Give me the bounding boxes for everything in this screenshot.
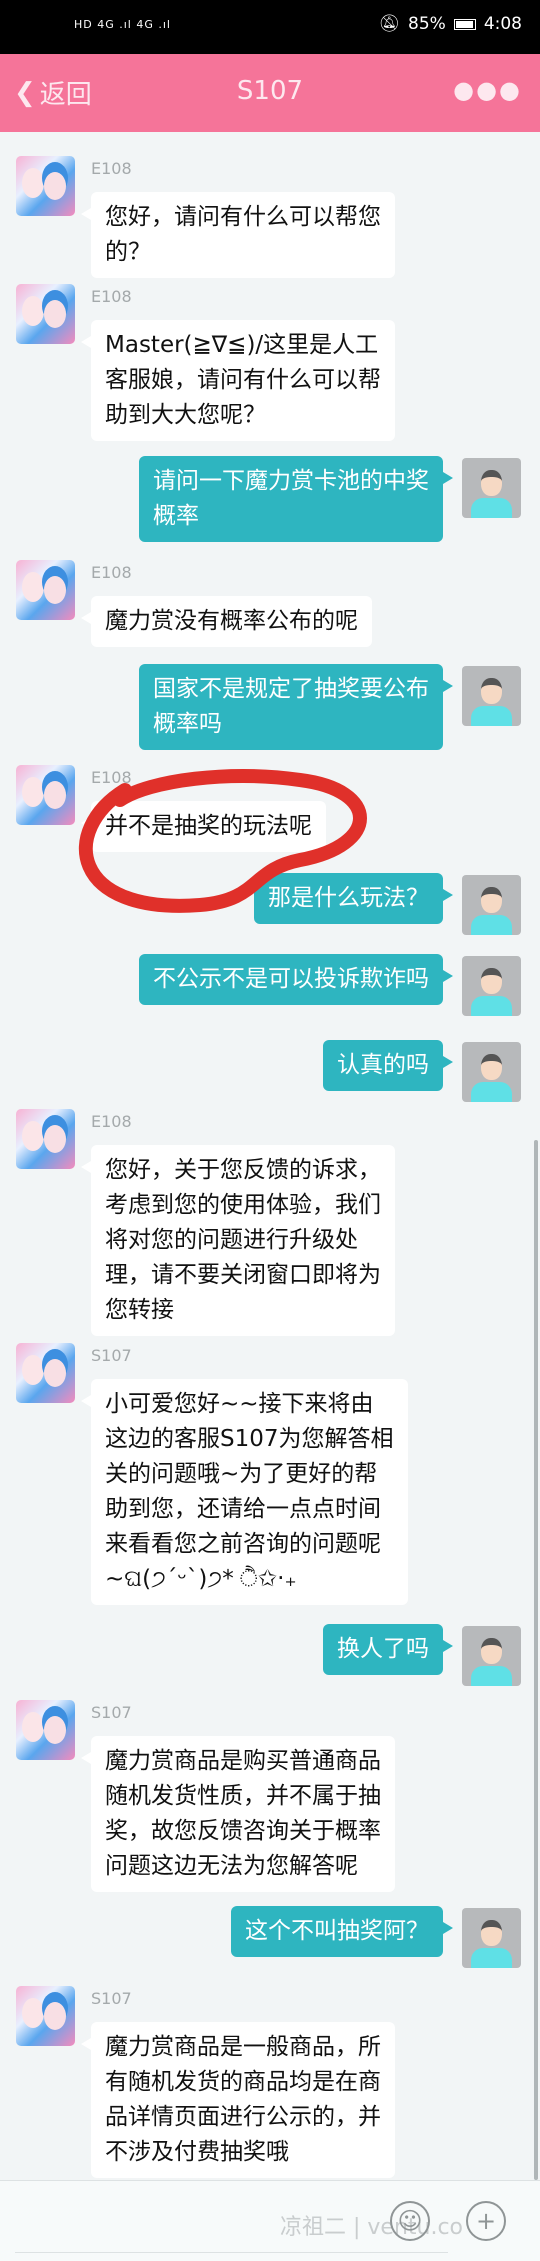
user-message: 认真的吗 [323, 1040, 453, 1091]
agent-name: S107 [91, 1346, 132, 1365]
agent-avatar[interactable] [16, 1700, 75, 1760]
agent-avatar[interactable] [16, 1109, 75, 1169]
user-message: 这个不叫抽奖阿？ [231, 1906, 453, 1957]
input-bar: 凉祖二 | ventu.co ☺ + [0, 2180, 540, 2261]
plus-icon[interactable]: + [466, 2201, 506, 2241]
agent-name: E108 [91, 1112, 132, 1131]
message-input[interactable] [15, 2252, 448, 2253]
smiley-icon[interactable]: ☺ [390, 2201, 430, 2241]
user-avatar[interactable] [462, 1626, 521, 1686]
agent-avatar[interactable] [16, 1343, 75, 1403]
agent-name: S107 [91, 1989, 132, 2008]
red-annotation-circle [78, 769, 367, 913]
user-avatar[interactable] [462, 1908, 521, 1968]
scrollbar[interactable] [534, 1140, 538, 2180]
agent-message: 魔力赏商品是购买普通商品 随机发货性质，并不属于抽 奖，故您反馈咨询关于概率 问… [81, 1736, 395, 1892]
agent-name: S107 [91, 1703, 132, 1722]
agent-avatar[interactable] [16, 1986, 75, 2046]
agent-message: 魔力赏商品是一般商品，所 有随机发货的商品均是在商 品详情页面进行公示的，并 不… [81, 2022, 395, 2178]
user-message: 换人了吗 [323, 1624, 453, 1675]
agent-message: 您好，关于您反馈的诉求， 考虑到您的使用体验，我们 将对您的问题进行升级处 理，… [81, 1145, 395, 1336]
user-avatar[interactable] [462, 1042, 521, 1102]
watermark: 凉祖二 | ventu.co [280, 2215, 464, 2240]
agent-message: 小可爱您好~~接下来将由 这边的客服S107为您解答相 关的问题哦~为了更好的帮… [81, 1379, 408, 1605]
